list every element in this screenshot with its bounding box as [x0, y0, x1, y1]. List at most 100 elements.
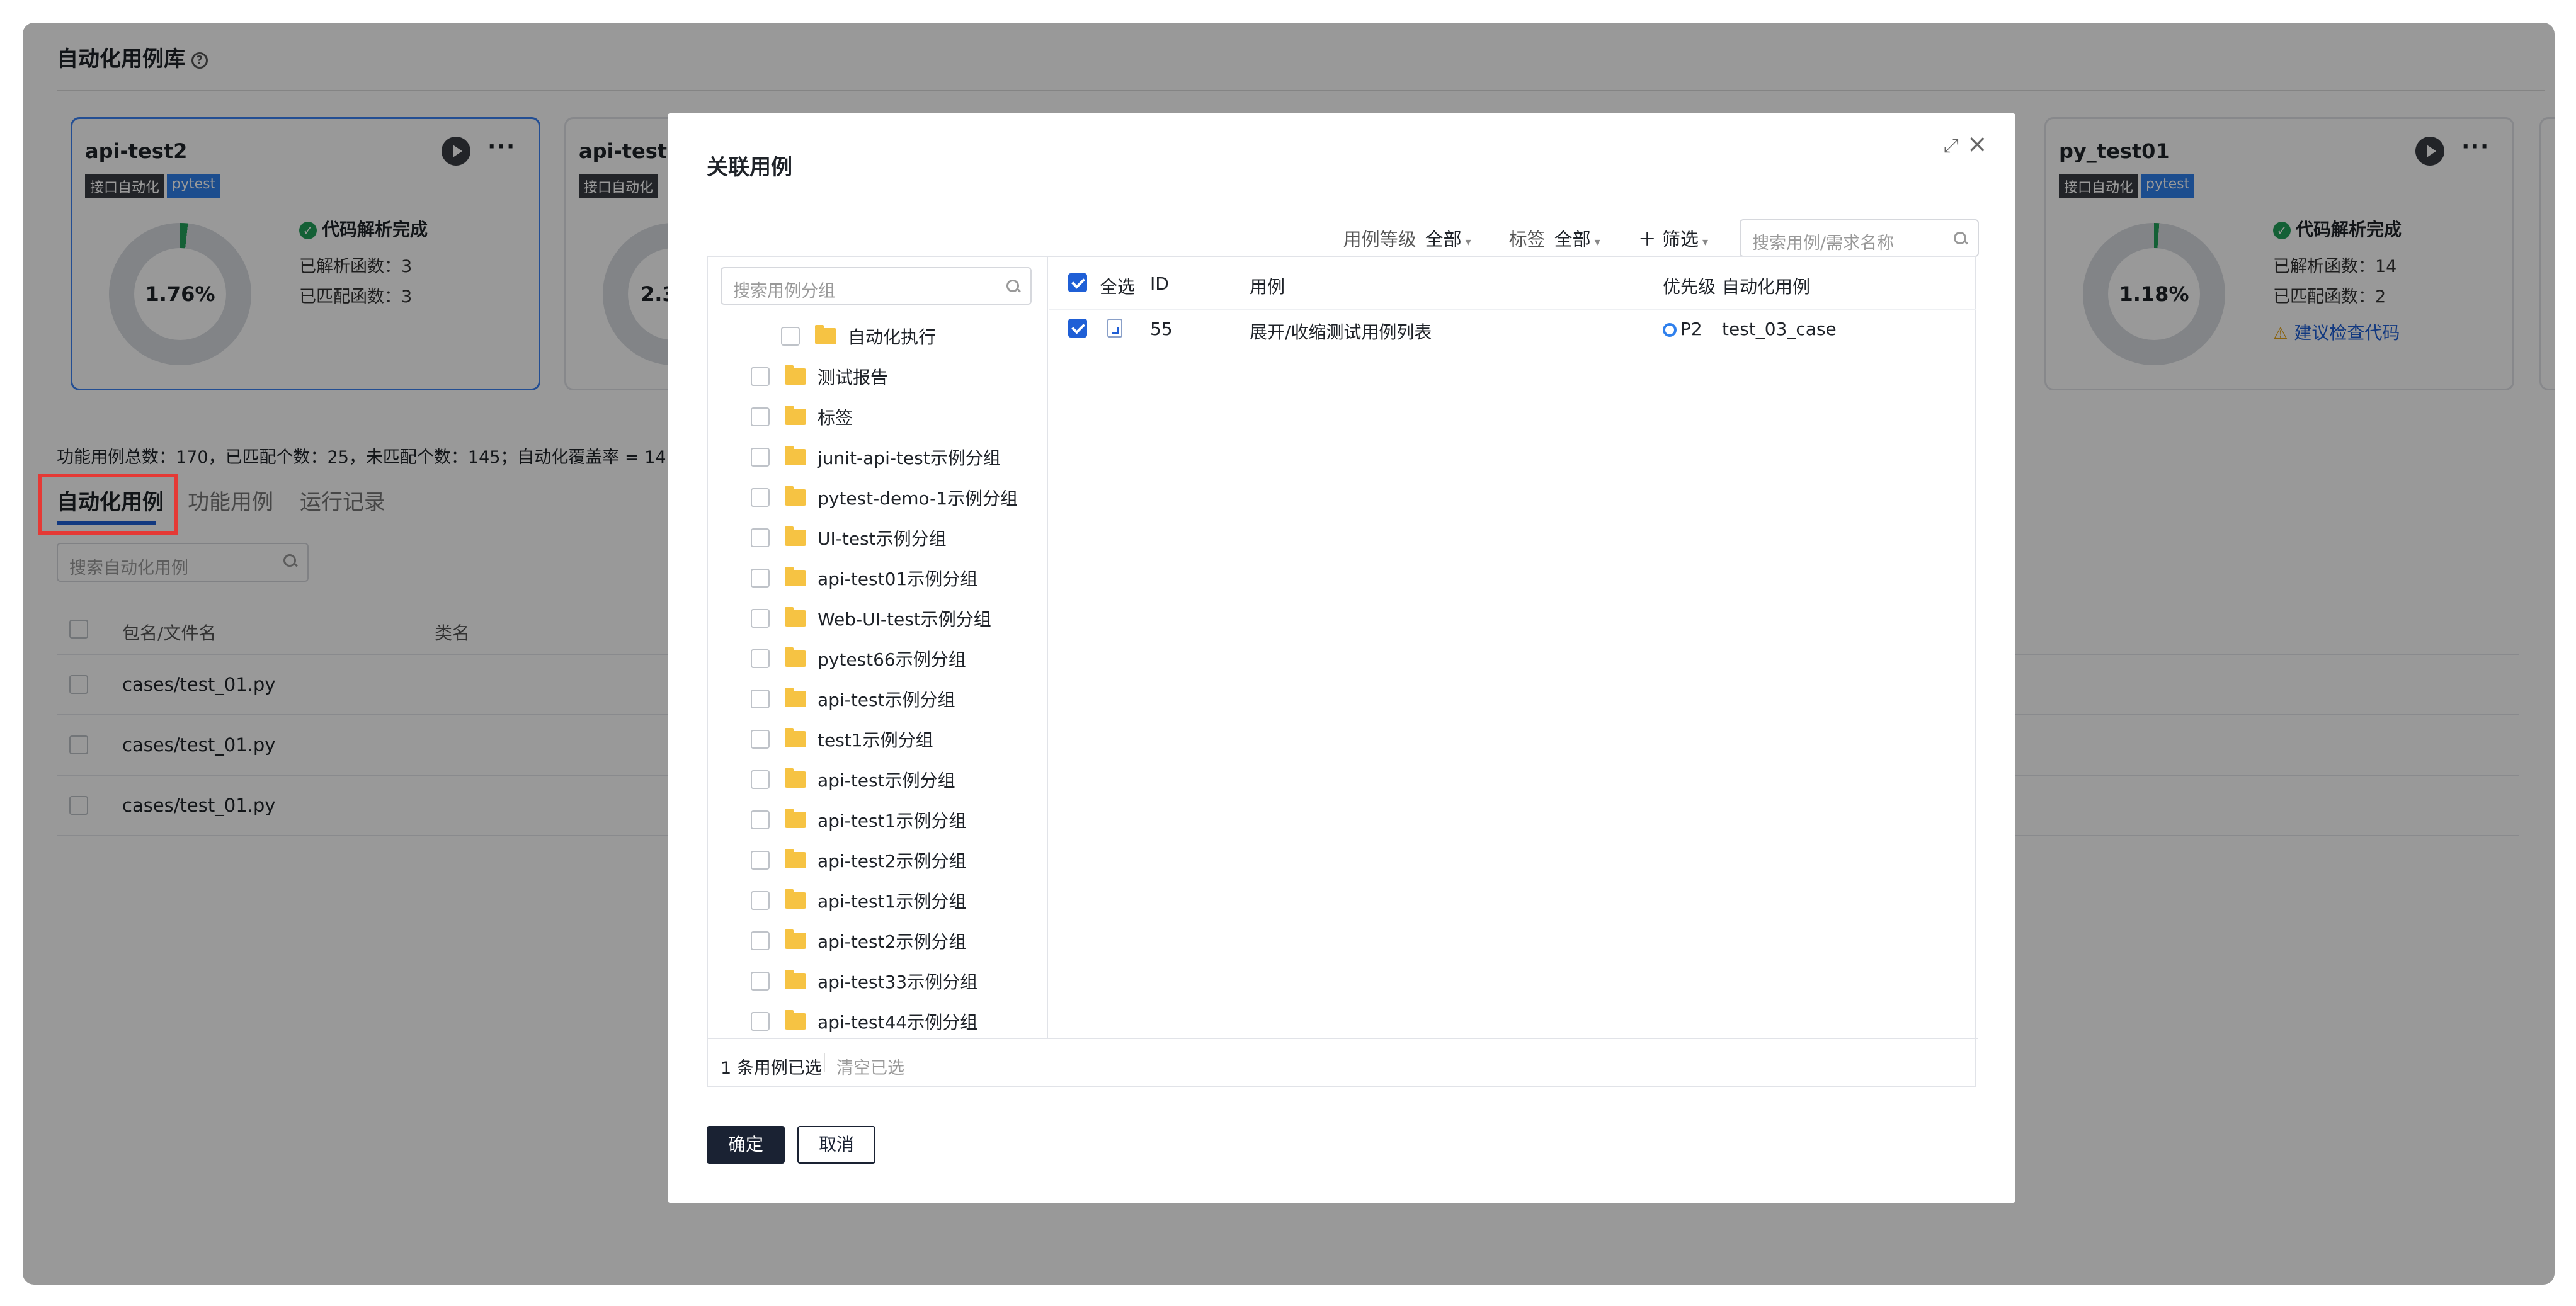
tree-node-label: api-test1示例分组 [818, 891, 967, 912]
tree-node[interactable]: api-test2示例分组 [751, 848, 966, 873]
case-auto-case: test_03_case [1722, 319, 1837, 339]
level-select[interactable]: 全部 ▾ [1425, 225, 1471, 251]
tag-select[interactable]: 全部 ▾ [1554, 225, 1600, 251]
search-case-placeholder: 搜索用例/需求名称 [1752, 234, 1895, 253]
tree-node-checkbox[interactable] [751, 1012, 770, 1031]
tree-node-checkbox[interactable] [751, 972, 770, 991]
search-case-input[interactable]: 搜索用例/需求名称 [1740, 219, 1979, 257]
case-list-header: 全选 ID 用例 优先级 自动化用例 [1049, 257, 1976, 310]
tree-node-checkbox[interactable] [781, 327, 800, 346]
folder-icon [785, 768, 806, 788]
folder-icon [785, 486, 806, 506]
tree-node-label: test1示例分组 [818, 730, 933, 751]
folder-icon [785, 406, 806, 425]
tree-node-label: pytest66示例分组 [818, 649, 966, 670]
tree-search-input[interactable]: 搜索用例分组 [721, 267, 1032, 305]
tree-node-checkbox[interactable] [751, 649, 770, 668]
tree-node[interactable]: test1示例分组 [751, 727, 933, 752]
search-icon [1006, 280, 1020, 293]
col-auto-case: 自动化用例 [1722, 276, 1811, 297]
tree-node-checkbox[interactable] [751, 488, 770, 507]
tree-node-label: api-test2示例分组 [818, 931, 967, 952]
folder-icon [785, 365, 806, 385]
case-row[interactable]: 55 展开/收缩测试用例列表 P2 test_03_case [1049, 310, 1976, 351]
folder-icon [785, 849, 806, 868]
tree-node-checkbox[interactable] [751, 609, 770, 628]
tree-node[interactable]: 测试报告 [751, 364, 888, 389]
col-priority: 优先级 [1663, 276, 1716, 297]
case-name: 展开/收缩测试用例列表 [1250, 322, 1432, 343]
chevron-down-icon: ▾ [1594, 236, 1600, 249]
tree-node-label: pytest-demo-1示例分组 [818, 488, 1018, 509]
highlight-annotation [38, 474, 178, 535]
tree-node[interactable]: pytest66示例分组 [751, 646, 966, 671]
tree-node-checkbox[interactable] [751, 810, 770, 829]
expand-icon[interactable]: ⤢ [1944, 135, 1959, 157]
search-icon [1954, 232, 1968, 246]
tree-node-label: 标签 [818, 407, 853, 428]
case-id: 55 [1150, 319, 1173, 339]
selection-footer: 1 条用例已选 清空已选 [708, 1038, 1978, 1087]
row-checkbox[interactable] [1068, 319, 1087, 338]
priority-text: P2 [1680, 319, 1702, 339]
folder-icon [785, 526, 806, 546]
tree-node-checkbox[interactable] [751, 770, 770, 789]
tree-node-checkbox[interactable] [751, 569, 770, 588]
tree-node-checkbox[interactable] [751, 931, 770, 950]
filter-bar: 用例等级 全部 ▾ 标签 全部 ▾ ＋ 筛选 ▾ 搜索用例/需求名称 [1343, 219, 1979, 257]
tree-node-checkbox[interactable] [751, 448, 770, 467]
tree-node-checkbox[interactable] [751, 730, 770, 749]
tree-node[interactable]: api-test2示例分组 [751, 928, 966, 953]
case-panel: 搜索用例分组 自动化执行测试报告标签 junit-api-test示例分组 pyte… [707, 256, 1978, 1087]
tree-node-checkbox[interactable] [751, 690, 770, 708]
tree-node[interactable]: Web-UI-test示例分组 [751, 606, 991, 631]
tag-label: 标签 [1508, 229, 1546, 250]
case-priority: P2 [1663, 319, 1702, 339]
tree-node-label: 测试报告 [818, 367, 889, 388]
folder-icon [785, 1010, 806, 1030]
tree-node-checkbox[interactable] [751, 851, 770, 870]
tree-node[interactable]: api-test1示例分组 [751, 888, 966, 913]
tree-node[interactable]: junit-api-test示例分组 [751, 445, 1001, 470]
tree-node-checkbox[interactable] [751, 367, 770, 386]
folder-icon [785, 809, 806, 828]
clear-selection-link[interactable]: 清空已选 [836, 1054, 904, 1079]
tree-node[interactable]: UI-test示例分组 [751, 525, 947, 550]
tree-node-label: api-test示例分组 [818, 770, 955, 791]
dialog-title: 关联用例 [707, 155, 792, 180]
tree-node[interactable]: pytest-demo-1示例分组 [751, 485, 1018, 510]
tree-node[interactable]: api-test33示例分组 [751, 968, 977, 994]
tree-node-label: api-test2示例分组 [818, 851, 967, 872]
tree-node-label: api-test1示例分组 [818, 810, 967, 831]
tree-node[interactable]: api-test示例分组 [751, 686, 955, 712]
tree-node-checkbox[interactable] [751, 528, 770, 547]
tree-node[interactable]: api-test示例分组 [751, 767, 955, 792]
add-filter-button[interactable]: ＋ 筛选 ▾ [1638, 225, 1708, 251]
selected-count: 1 条用例已选 [721, 1059, 822, 1078]
close-icon[interactable]: × [1966, 130, 1988, 159]
select-all-checkbox[interactable] [1068, 273, 1087, 292]
folder-icon [785, 929, 806, 949]
col-case: 用例 [1250, 276, 1285, 297]
tree-node-label: api-test示例分组 [818, 690, 955, 710]
folder-icon [785, 647, 806, 667]
confirm-button[interactable]: 确定 [707, 1126, 785, 1164]
tree-node-label: api-test44示例分组 [818, 1012, 978, 1033]
tree-node[interactable]: 自动化执行 [781, 324, 936, 349]
tree-node[interactable]: api-test44示例分组 [751, 1009, 977, 1034]
group-tree: 搜索用例分组 自动化执行测试报告标签 junit-api-test示例分组 pyte… [708, 257, 1048, 1038]
tree-search-placeholder: 搜索用例分组 [733, 281, 835, 301]
associate-cases-dialog: 关联用例 ⤢ × 用例等级 全部 ▾ 标签 全部 ▾ ＋ 筛选 ▾ 搜索用例/需求名称… [668, 113, 2015, 1203]
tree-node[interactable]: api-test1示例分组 [751, 807, 966, 832]
tree-node[interactable]: 标签 [751, 404, 853, 429]
cancel-button[interactable]: 取消 [797, 1126, 875, 1164]
tree-node-label: 自动化执行 [848, 327, 937, 348]
col-id: ID [1150, 273, 1169, 294]
case-file-icon [1107, 319, 1122, 338]
folder-icon [785, 567, 806, 586]
tree-node[interactable]: api-test01示例分组 [751, 565, 977, 591]
filter-label: 筛选 [1661, 229, 1699, 250]
tree-node-checkbox[interactable] [751, 407, 770, 426]
tree-node-checkbox[interactable] [751, 891, 770, 910]
chevron-down-icon: ▾ [1465, 236, 1471, 249]
